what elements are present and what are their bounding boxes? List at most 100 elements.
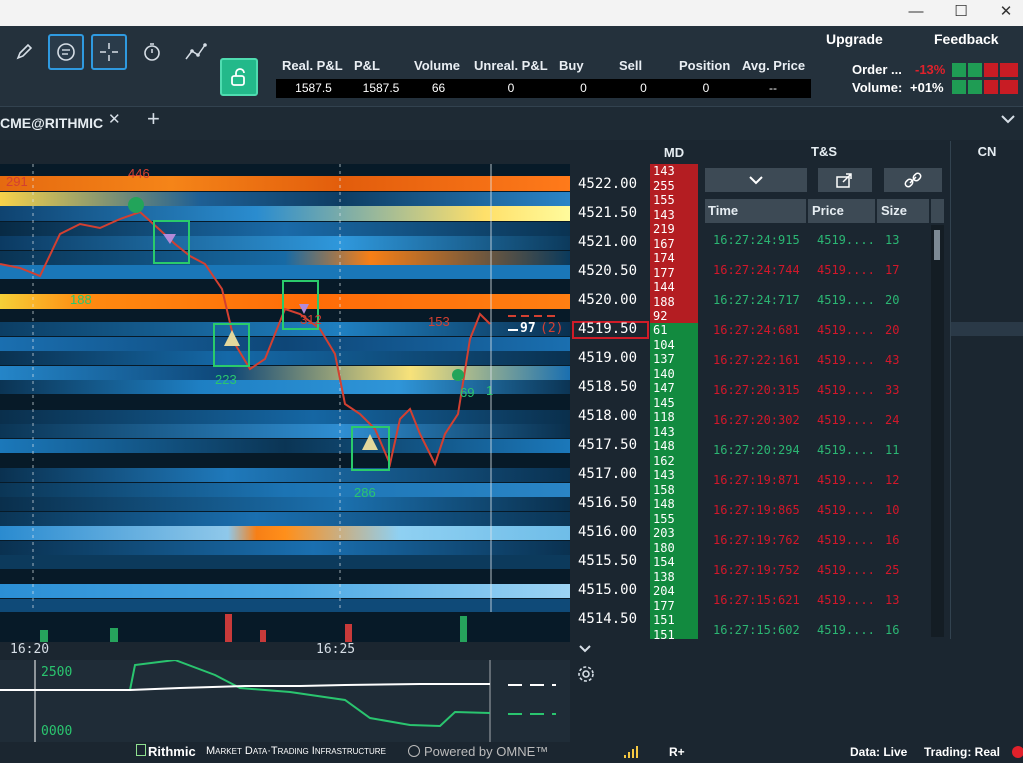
ts-row[interactable]: 16:27:24:744 4519.... 17 [705,255,930,285]
pnl-header: Buy [559,58,584,73]
price-level[interactable]: 4521.00 [578,234,648,250]
price-overlay [0,164,570,642]
chevron-down-icon[interactable] [1000,112,1016,130]
ts-row[interactable]: 16:27:20:302 4519.... 24 [705,405,930,435]
gear-icon[interactable] [576,664,596,689]
ts-row[interactable]: 16:27:24:717 4519.... 20 [705,285,930,315]
ts-column-time[interactable]: Time [705,199,806,223]
ts-size: 13 [885,593,900,607]
ts-row[interactable]: 16:27:24:915 4519.... 13 [705,225,930,255]
price-level[interactable]: 4520.00 [578,292,648,308]
heatmap-chart[interactable]: 291 446 188 223 312 153 69 1 286 97 (2) [0,164,570,642]
current-qty-paren: (2) [540,321,564,336]
crosshair-icon[interactable] [91,34,127,70]
pnl-value: -- [769,81,777,95]
stopwatch-icon[interactable] [134,34,170,70]
bid-size: 138 [653,569,675,584]
price-level[interactable]: 4514.50 [578,611,648,627]
trading-status: Trading: Real [924,745,1001,759]
lower-right-pane [570,639,1023,742]
ts-size: 25 [885,563,900,577]
close-icon[interactable]: ✕ [986,2,1023,24]
price-level[interactable]: 4516.00 [578,524,648,540]
ask-size: 255 [653,178,675,193]
oscillator-lines [0,660,556,742]
order-pct: -13% [915,62,946,77]
ts-size: 12 [885,473,900,487]
ts-size: 20 [885,323,900,337]
price-level[interactable]: 4519.00 [578,350,648,366]
export-button[interactable] [818,168,872,192]
ts-row[interactable]: 16:27:15:621 4519.... 13 [705,585,930,615]
ts-row[interactable]: 16:27:19:762 4519.... 16 [705,525,930,555]
bid-size: 180 [653,540,675,555]
trend-line-icon[interactable] [178,34,214,70]
feedback-link[interactable]: Feedback [934,31,999,47]
ts-price: 4519.... [817,353,875,367]
rithmic-tagline: Market Data·Trading Infrastructure [206,745,386,757]
ts-size: 43 [885,353,900,367]
volume-meter [952,80,1018,94]
ask-size: 155 [653,193,675,207]
chevron-down-icon [749,176,763,185]
ask-size: 92 [653,309,668,323]
upgrade-link[interactable]: Upgrade [826,31,883,47]
cn-current-row [951,322,1023,336]
ts-price: 4519.... [817,293,875,307]
ts-dropdown-button[interactable] [705,168,807,192]
price-level[interactable]: 4522.00 [578,176,648,192]
add-tab-icon[interactable]: + [147,106,160,132]
bid-size: 148 [653,439,675,453]
level-label: 153 [428,314,450,329]
pnl-value: 0 [640,81,647,95]
price-level[interactable]: 4518.50 [578,379,648,395]
price-level[interactable]: 4515.50 [578,553,648,569]
ts-row[interactable]: 16:27:20:315 4519.... 33 [705,375,930,405]
ts-column-size[interactable]: Size [877,199,929,223]
price-level[interactable]: 4517.50 [578,437,648,453]
chevron-down-icon[interactable] [578,641,592,659]
volume-pct: +01% [910,80,944,95]
price-level[interactable]: 4515.00 [578,582,648,598]
oscillator-pane[interactable]: 2500 0000 [0,660,570,742]
ts-price: 4519.... [817,533,875,547]
ts-row[interactable]: 16:27:22:161 4519.... 43 [705,345,930,375]
pencil-icon[interactable] [6,34,42,70]
pnl-value: 1587.5 [295,81,332,95]
maximize-icon[interactable]: ☐ [941,2,981,24]
ts-time: 16:27:19:865 [713,503,800,517]
link-button[interactable] [884,168,942,192]
ts-row[interactable]: 16:27:24:681 4519.... 20 [705,315,930,345]
ts-row[interactable]: 16:27:19:752 4519.... 25 [705,555,930,585]
price-level[interactable]: 4519.50 [578,321,648,337]
bid-size: 104 [653,337,675,352]
price-level[interactable]: 4517.00 [578,466,648,482]
ts-size: 17 [885,263,900,277]
price-level[interactable]: 4516.50 [578,495,648,511]
bid-size: 162 [653,453,675,468]
tab-cme-rithmic[interactable]: CME@RITHMIC [0,108,103,138]
bid-size: 158 [653,482,675,497]
ts-row[interactable]: 16:27:20:294 4519.... 11 [705,435,930,465]
ts-time: 16:27:20:302 [713,413,800,427]
tab-close-icon[interactable]: ✕ [108,110,121,128]
ts-row[interactable]: 16:27:19:865 4519.... 10 [705,495,930,525]
chat-bubble-icon[interactable] [48,34,84,70]
ts-size: 33 [885,383,900,397]
ts-scrollbar-thumb[interactable] [934,230,940,260]
ask-size: 143 [653,207,675,222]
bid-size: 143 [653,468,675,482]
price-level[interactable]: 4520.50 [578,263,648,279]
unlock-icon[interactable] [220,58,258,96]
minimize-icon[interactable]: — [896,2,936,24]
pnl-value: 0 [702,81,710,95]
price-level[interactable]: 4521.50 [578,205,648,221]
ts-row[interactable]: 16:27:19:871 4519.... 12 [705,465,930,495]
osc-label: 2500 [41,665,73,680]
price-level[interactable]: 4518.00 [578,408,648,424]
ts-scrollbar[interactable] [931,225,944,637]
ask-size: 143 [653,164,675,178]
ts-size: 11 [885,443,900,457]
ts-size: 20 [885,293,900,307]
ts-column-price[interactable]: Price [808,199,875,223]
